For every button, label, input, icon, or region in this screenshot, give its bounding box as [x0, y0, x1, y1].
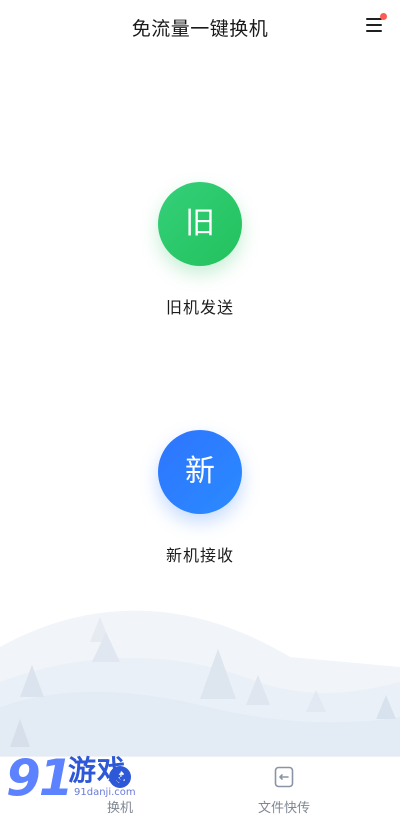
site-watermark: 91 游戏 91danji.com — [6, 753, 156, 809]
app-screen: 免流量一键换机 旧 旧机发送 新 新机接收 换机 文件快传 91 游戏 91da… — [0, 0, 400, 819]
header: 免流量一键换机 — [0, 0, 400, 56]
page-title: 免流量一键换机 — [131, 18, 269, 40]
tab-file-transfer-label: 文件快传 — [257, 801, 310, 816]
notification-dot — [380, 13, 387, 20]
old-phone-button[interactable]: 旧 — [158, 182, 242, 266]
file-transfer-icon — [274, 766, 294, 788]
watermark-domain: 91danji.com — [74, 787, 136, 798]
new-phone-button[interactable]: 新 — [158, 430, 242, 514]
old-glyph: 旧 — [185, 206, 215, 241]
old-phone-send[interactable]: 旧 旧机发送 — [0, 182, 400, 318]
snowy-hills-illustration — [0, 610, 400, 757]
menu-button[interactable] — [362, 12, 388, 38]
new-phone-receive[interactable]: 新 新机接收 — [0, 430, 400, 566]
watermark-number: 91 — [6, 749, 74, 807]
new-phone-label: 新机接收 — [165, 546, 234, 565]
old-phone-label: 旧机发送 — [165, 298, 234, 317]
watermark-text: 游戏 — [68, 754, 127, 787]
tab-file-transfer[interactable]: 文件快传 — [224, 765, 344, 817]
new-glyph: 新 — [185, 454, 215, 489]
